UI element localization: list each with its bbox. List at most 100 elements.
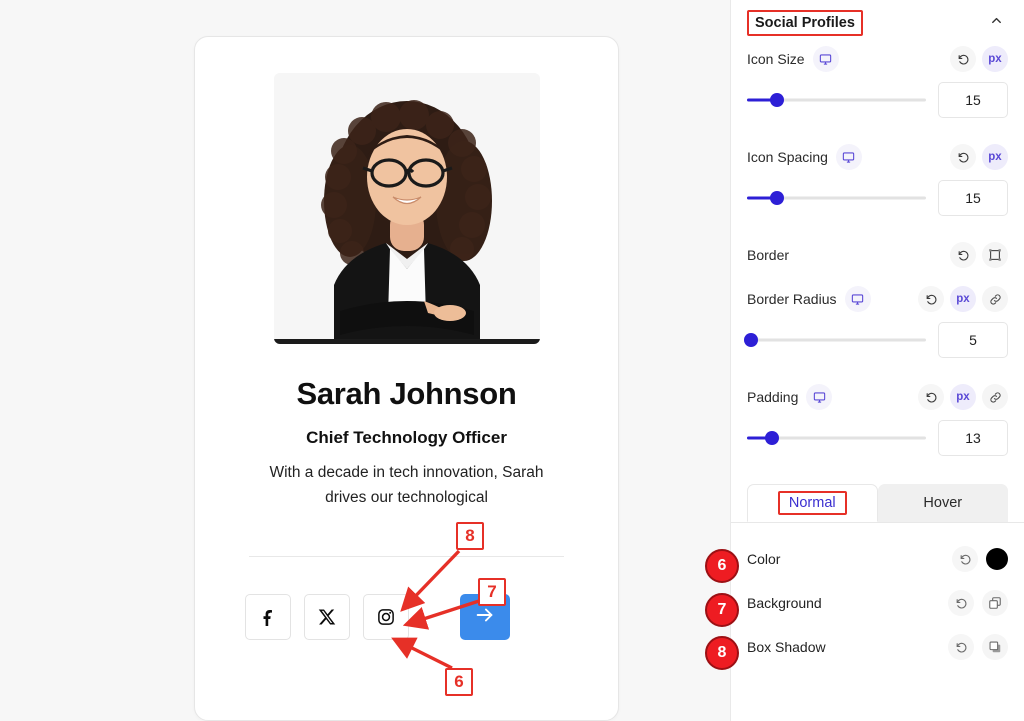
slider-track bbox=[747, 338, 926, 342]
preview-canvas: Sarah Johnson Chief Technology Officer W… bbox=[0, 0, 730, 721]
callout-7: 7 bbox=[478, 578, 506, 606]
monitor-icon[interactable] bbox=[806, 384, 833, 410]
icon-size-slider[interactable] bbox=[747, 91, 926, 109]
reset-icon[interactable] bbox=[918, 286, 944, 312]
control-actions: px bbox=[918, 286, 1008, 312]
badge-8: 8 bbox=[705, 636, 739, 670]
monitor-icon[interactable] bbox=[835, 144, 862, 170]
property-row-color: Color bbox=[731, 537, 1024, 581]
tab-hover[interactable]: Hover bbox=[877, 484, 1008, 522]
control-label: Icon Size bbox=[747, 51, 805, 67]
property-actions bbox=[948, 634, 1008, 660]
badge-6: 6 bbox=[705, 549, 739, 583]
slider-thumb[interactable] bbox=[765, 431, 780, 445]
border-frame-icon[interactable] bbox=[982, 242, 1008, 268]
property-label: Color bbox=[747, 551, 781, 567]
property-list: Color Background Box Shadow bbox=[731, 537, 1024, 669]
property-actions bbox=[952, 546, 1008, 572]
control-icon-size: Icon Size px 15 bbox=[731, 42, 1024, 118]
monitor-icon[interactable] bbox=[812, 46, 839, 72]
facebook-icon bbox=[259, 608, 277, 626]
unit-button-px[interactable]: px bbox=[982, 144, 1008, 170]
property-label: Box Shadow bbox=[747, 639, 826, 655]
color-swatch[interactable] bbox=[986, 548, 1008, 570]
padding-slider[interactable] bbox=[747, 429, 926, 447]
social-icons-row bbox=[225, 594, 588, 640]
callout-6: 6 bbox=[445, 668, 473, 696]
slider-row bbox=[747, 420, 1008, 456]
control-header: Icon Size px bbox=[747, 42, 1008, 76]
slider-thumb[interactable] bbox=[770, 191, 785, 205]
control-label: Padding bbox=[747, 389, 799, 405]
card-bio: With a decade in tech innovation, Sarah … bbox=[269, 464, 544, 506]
state-tabs: Normal Hover bbox=[731, 484, 1024, 523]
slider-row bbox=[747, 180, 1008, 216]
control-header: Icon Spacing px bbox=[747, 140, 1008, 174]
social-button-x-twitter[interactable] bbox=[304, 594, 350, 640]
reset-icon[interactable] bbox=[918, 384, 944, 410]
tab-hover-label: Hover bbox=[923, 495, 963, 511]
card-role: Chief Technology Officer bbox=[306, 428, 507, 447]
tab-normal-label: Normal bbox=[777, 491, 847, 515]
slider-thumb[interactable] bbox=[743, 333, 758, 347]
control-border: Border bbox=[731, 238, 1024, 272]
control-actions: px bbox=[950, 46, 1008, 72]
property-label: Background bbox=[747, 595, 822, 611]
control-label-wrap: Icon Spacing bbox=[747, 144, 862, 170]
slider-thumb[interactable] bbox=[770, 93, 785, 107]
layers-copy-icon[interactable] bbox=[982, 590, 1008, 616]
reset-icon[interactable] bbox=[948, 590, 974, 616]
padding-input[interactable] bbox=[938, 420, 1008, 456]
card-name: Sarah Johnson bbox=[296, 376, 517, 411]
monitor-icon[interactable] bbox=[844, 286, 871, 312]
screenshot-root: Sarah Johnson Chief Technology Officer W… bbox=[0, 0, 1024, 721]
control-label-wrap: Border Radius bbox=[747, 286, 871, 312]
arrow-right-icon bbox=[474, 604, 496, 631]
property-actions bbox=[948, 590, 1008, 616]
unit-button-px[interactable]: px bbox=[950, 384, 976, 410]
social-button-instagram[interactable] bbox=[363, 594, 409, 640]
control-label: Icon Spacing bbox=[747, 149, 828, 165]
social-profiles-settings-panel: Social Profiles Icon Size px 15 Icon Spa… bbox=[730, 0, 1024, 721]
callout-8: 8 bbox=[456, 522, 484, 550]
control-header: Padding px bbox=[747, 380, 1008, 414]
reset-icon[interactable] bbox=[950, 144, 976, 170]
panel-collapse-button[interactable] bbox=[984, 11, 1008, 35]
card-divider bbox=[249, 556, 564, 557]
reset-icon[interactable] bbox=[950, 242, 976, 268]
link-icon[interactable] bbox=[982, 286, 1008, 312]
control-label: Border Radius bbox=[747, 291, 837, 307]
icon-spacing-input[interactable] bbox=[938, 180, 1008, 216]
box-shadow-icon[interactable] bbox=[982, 634, 1008, 660]
team-member-card: Sarah Johnson Chief Technology Officer W… bbox=[194, 36, 619, 721]
control-header: Border Radius px bbox=[747, 282, 1008, 316]
reset-icon[interactable] bbox=[952, 546, 978, 572]
control-label: Border bbox=[747, 247, 790, 263]
reset-icon[interactable] bbox=[950, 46, 976, 72]
control-padding: Padding px 13 bbox=[731, 380, 1024, 456]
reset-icon[interactable] bbox=[948, 634, 974, 660]
avatar bbox=[273, 73, 540, 344]
badge-7: 7 bbox=[705, 593, 739, 627]
slider-row bbox=[743, 322, 1008, 358]
border-radius-input[interactable] bbox=[938, 322, 1008, 358]
border-radius-slider[interactable] bbox=[743, 331, 926, 349]
panel-header: Social Profiles bbox=[731, 0, 1024, 42]
property-row-background: Background bbox=[731, 581, 1024, 625]
social-button-facebook[interactable] bbox=[245, 594, 291, 640]
link-icon[interactable] bbox=[982, 384, 1008, 410]
unit-button-px[interactable]: px bbox=[950, 286, 976, 312]
control-border-radius: Border Radius px 5 bbox=[731, 282, 1024, 358]
control-icon-spacing: Icon Spacing px 15 bbox=[731, 140, 1024, 216]
icon-spacing-slider[interactable] bbox=[747, 189, 926, 207]
tab-normal[interactable]: Normal bbox=[747, 484, 878, 522]
instagram-icon bbox=[377, 608, 395, 626]
icon-size-input[interactable] bbox=[938, 82, 1008, 118]
unit-button-px[interactable]: px bbox=[982, 46, 1008, 72]
control-label-wrap: Icon Size bbox=[747, 46, 839, 72]
x-twitter-icon bbox=[318, 608, 336, 626]
